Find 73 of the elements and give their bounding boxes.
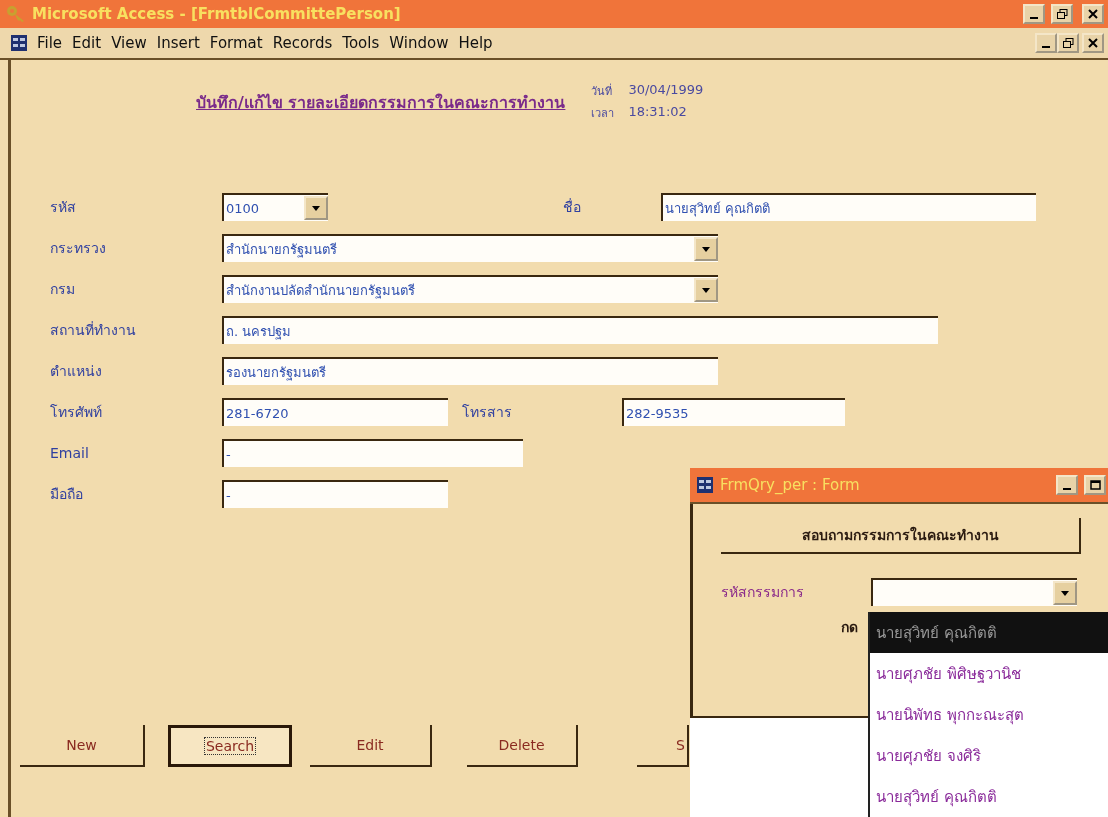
restore-icon xyxy=(1056,9,1068,19)
field-label: กรม xyxy=(50,280,76,299)
caret-icon xyxy=(1061,590,1069,596)
text-field[interactable]: นายสุวิทย์ คุณกิตติ xyxy=(661,193,1036,221)
minimize-icon xyxy=(1030,17,1038,19)
field-label: ชื่อ xyxy=(563,197,582,217)
dropdown-button[interactable] xyxy=(694,237,718,261)
text-field[interactable]: ถ. นครปฐม xyxy=(222,316,938,344)
maximize-button[interactable] xyxy=(1084,475,1106,495)
query-button[interactable]: สอบถามกรรมการในคณะทำงาน xyxy=(721,518,1081,554)
time-label: เวลา xyxy=(591,106,615,122)
form-button[interactable]: Delete xyxy=(467,725,578,767)
maximize-icon xyxy=(1089,480,1101,490)
form-icon xyxy=(10,34,28,52)
combo-box[interactable]: สำนักนายกรัฐมนตรี xyxy=(222,234,718,262)
text-field[interactable]: รองนายกรัฐมนตรี xyxy=(222,357,718,385)
hint-text: กด xyxy=(841,618,858,637)
form-button[interactable]: S xyxy=(637,725,689,767)
combo-box[interactable] xyxy=(871,578,1077,606)
dropdown-button[interactable] xyxy=(694,278,718,302)
field-label: มือถือ xyxy=(50,485,84,504)
menu-item[interactable]: Insert xyxy=(151,34,205,52)
field-label: รหัส xyxy=(50,198,77,217)
close-icon xyxy=(1088,9,1098,19)
form-button[interactable]: Search xyxy=(168,725,292,767)
menu-item[interactable]: Records xyxy=(267,34,338,52)
menu-item[interactable]: Edit xyxy=(67,34,107,52)
date-value: 30/04/1999 xyxy=(628,82,704,99)
date-label: วันที่ xyxy=(591,82,614,100)
combo-box[interactable]: สำนักงานปลัดสำนักนายกรัฐมนตรี xyxy=(222,275,718,303)
close-icon xyxy=(1088,38,1098,48)
text-field[interactable]: - xyxy=(222,480,448,508)
key-icon xyxy=(6,5,26,23)
restore-button[interactable] xyxy=(1051,4,1073,24)
dropdown-button[interactable] xyxy=(304,196,328,220)
form-icon xyxy=(696,476,714,494)
minimize-icon xyxy=(1042,46,1050,48)
field-label: ตำแหน่ง xyxy=(50,362,103,381)
combo-box[interactable]: 0100 xyxy=(222,193,328,221)
restore-icon xyxy=(1062,38,1074,48)
field-label: กระทรวง xyxy=(50,239,107,258)
text-field[interactable]: 281-6720 xyxy=(222,398,448,426)
form-button[interactable]: Edit xyxy=(310,725,432,767)
menu-item[interactable]: Format xyxy=(204,34,268,52)
time-value: 18:31:02 xyxy=(628,104,688,121)
dropdown-item[interactable]: นายสุวิทย์ คุณกิตติ xyxy=(870,612,1108,653)
field-label: โทรสาร xyxy=(462,403,513,422)
restore-button[interactable] xyxy=(1057,33,1079,53)
field-label: โทรศัพท์ xyxy=(50,403,103,422)
minimize-icon xyxy=(1063,488,1071,490)
caret-icon xyxy=(702,287,710,293)
text-field[interactable]: - xyxy=(222,439,523,467)
caret-icon xyxy=(702,246,710,252)
close-button[interactable] xyxy=(1082,33,1104,53)
text-field[interactable]: 282-9535 xyxy=(622,398,845,426)
close-button[interactable] xyxy=(1082,4,1104,24)
window-title: Microsoft Access - [FrmtblCommittePerson] xyxy=(32,5,402,23)
minimize-button[interactable] xyxy=(1035,33,1057,53)
menu-item[interactable]: Tools xyxy=(337,34,385,52)
form-button[interactable]: New xyxy=(20,725,145,767)
menu-item[interactable]: View xyxy=(106,34,152,52)
menu-item[interactable]: Window xyxy=(384,34,454,52)
form-heading: บันทึก/แก้ไข รายละเอียดกรรมการในคณะการทำงาน xyxy=(196,92,566,114)
menu-item[interactable]: File xyxy=(32,34,68,52)
window-title: FrmQry_per : Form xyxy=(720,476,861,494)
field-label: Email xyxy=(50,445,90,461)
field-label: รหัสกรรมการ xyxy=(721,583,805,602)
field-label: สถานที่ทำงาน xyxy=(50,320,137,340)
menu-item[interactable]: Help xyxy=(453,34,498,52)
dropdown-button[interactable] xyxy=(1053,581,1077,605)
minimize-button[interactable] xyxy=(1023,4,1045,24)
minimize-button[interactable] xyxy=(1056,475,1078,495)
caret-icon xyxy=(312,205,320,211)
